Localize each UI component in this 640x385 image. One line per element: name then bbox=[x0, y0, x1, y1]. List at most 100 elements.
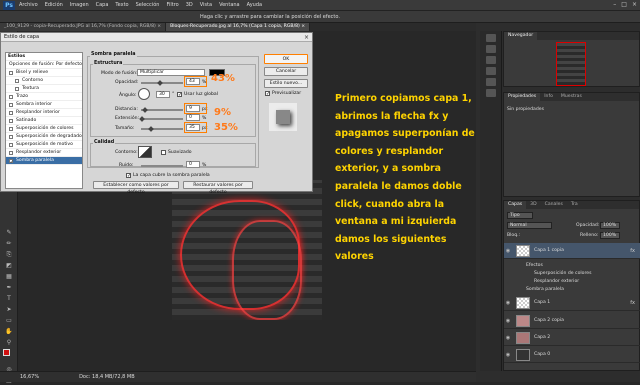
effect-outer-glow[interactable]: Resplandor exterior bbox=[534, 279, 579, 284]
actions-panel-icon[interactable] bbox=[486, 45, 496, 53]
angle-input[interactable]: 30 bbox=[156, 91, 170, 98]
layer-row[interactable]: ◉ Capa 0 bbox=[504, 347, 640, 363]
new-style-button[interactable]: Estilo nuevo... bbox=[264, 79, 308, 88]
zoom-tool-icon[interactable]: ⚲ bbox=[3, 338, 15, 347]
style-checkbox[interactable] bbox=[15, 78, 19, 83]
navigator-thumbnail[interactable] bbox=[556, 42, 586, 86]
ok-button[interactable]: OK bbox=[264, 54, 308, 64]
layer-name[interactable]: Capa 0 bbox=[534, 352, 550, 357]
tab-channels[interactable]: Canales bbox=[541, 201, 567, 209]
minimize-icon[interactable]: – bbox=[613, 1, 616, 8]
visibility-eye-icon[interactable]: ◉ bbox=[504, 335, 512, 341]
menu-item[interactable]: Texto bbox=[115, 2, 128, 8]
style-checkbox[interactable] bbox=[9, 126, 13, 131]
menu-item[interactable]: Edición bbox=[45, 2, 63, 8]
visibility-eye-icon[interactable]: ◉ bbox=[504, 300, 512, 306]
layer-row[interactable]: ◉ Capa 2 copia bbox=[504, 313, 640, 329]
foreground-color-swatch[interactable] bbox=[3, 349, 10, 356]
tab-document-1[interactable]: _100_9129 - copia-Recuperado.JPG al 16,7… bbox=[0, 23, 167, 31]
gradient-tool-icon[interactable]: ▦ bbox=[3, 272, 15, 281]
paragraph-panel-icon[interactable] bbox=[486, 67, 496, 75]
close-icon[interactable]: × bbox=[632, 1, 637, 8]
effect-color-overlay[interactable]: Superposición de colores bbox=[534, 271, 591, 276]
visibility-eye-icon[interactable]: ◉ bbox=[504, 352, 512, 358]
layer-opacity-input[interactable]: 100% bbox=[600, 222, 620, 229]
tab-layers[interactable]: Capas bbox=[504, 201, 527, 209]
style-checkbox[interactable] bbox=[9, 150, 13, 155]
style-checkbox[interactable] bbox=[9, 70, 13, 75]
character-panel-icon[interactable] bbox=[486, 56, 496, 64]
style-checkbox[interactable] bbox=[9, 118, 13, 123]
knockout-checkbox[interactable]: ✓ bbox=[126, 173, 131, 179]
menu-item[interactable]: Vista bbox=[200, 2, 212, 8]
layer-row[interactable]: ◉ Capa 2 bbox=[504, 330, 640, 346]
layer-name[interactable]: Capa 1 copia bbox=[534, 248, 564, 253]
visibility-eye-icon[interactable]: ◉ bbox=[504, 248, 512, 254]
preview-row[interactable]: ✓ Previsualizar bbox=[265, 91, 301, 97]
visibility-eye-icon[interactable]: ◉ bbox=[504, 318, 512, 324]
layer-name[interactable]: Capa 2 copia bbox=[534, 318, 564, 323]
blend-mode-dropdown[interactable]: Normal bbox=[507, 222, 552, 229]
menu-item[interactable]: Selección bbox=[136, 2, 160, 8]
set-default-button[interactable]: Establecer como valores por defecto bbox=[93, 181, 179, 195]
pen-tool-icon[interactable]: ✒ bbox=[3, 283, 15, 292]
zoom-level[interactable]: 16,67% bbox=[20, 374, 39, 380]
fx-icon[interactable]: fx bbox=[630, 248, 635, 254]
menu-item[interactable]: 3D bbox=[186, 2, 193, 8]
maximize-icon[interactable]: □ bbox=[621, 1, 627, 8]
menu-item[interactable]: Filtro bbox=[166, 2, 178, 8]
layer-name[interactable]: Capa 2 bbox=[534, 335, 550, 340]
style-list-item[interactable]: ✓ Sombra paralela bbox=[6, 157, 82, 165]
style-checkbox[interactable]: ✓ bbox=[9, 158, 13, 163]
path-select-tool-icon[interactable]: ➤ bbox=[3, 305, 15, 314]
brush-tool-icon[interactable]: ✏ bbox=[3, 239, 15, 248]
menu-item[interactable]: Imagen bbox=[70, 2, 89, 8]
fill-input[interactable]: 100% bbox=[600, 232, 620, 239]
menu-item[interactable]: Ventana bbox=[219, 2, 240, 8]
contour-picker[interactable] bbox=[138, 146, 152, 158]
preview-checkbox[interactable]: ✓ bbox=[265, 91, 270, 97]
shape-tool-icon[interactable]: ▭ bbox=[3, 316, 15, 325]
noise-slider[interactable] bbox=[141, 165, 183, 167]
restore-default-button[interactable]: Restaurar valores por defecto bbox=[183, 181, 253, 195]
clone-source-panel-icon[interactable] bbox=[486, 89, 496, 97]
layer-kind-filter[interactable]: Tipo bbox=[507, 212, 533, 219]
global-light-checkbox[interactable]: ✓ bbox=[177, 92, 182, 98]
style-checkbox[interactable] bbox=[9, 94, 13, 99]
angle-dial[interactable] bbox=[138, 88, 150, 100]
tab-swatches[interactable]: Muestras bbox=[557, 93, 586, 101]
tab-paths[interactable]: Tra bbox=[567, 201, 582, 209]
stamp-tool-icon[interactable]: ⎘ bbox=[3, 250, 15, 259]
fx-icon[interactable]: fx bbox=[630, 300, 635, 306]
menu-item[interactable]: Capa bbox=[96, 2, 109, 8]
brush-panel-icon[interactable] bbox=[486, 78, 496, 86]
layer-row[interactable]: ◉ Capa 1 copia fx bbox=[504, 243, 640, 259]
eyedropper-tool-icon[interactable]: ✎ bbox=[3, 228, 15, 237]
tab-3d[interactable]: 3D bbox=[526, 201, 540, 209]
effect-drop-shadow[interactable]: Sombra paralela bbox=[526, 287, 564, 292]
document-image[interactable] bbox=[172, 180, 322, 320]
dialog-close-icon[interactable]: × bbox=[304, 34, 309, 41]
style-checkbox[interactable] bbox=[15, 86, 19, 91]
tab-navigator[interactable]: Navegador bbox=[504, 32, 538, 40]
spread-slider[interactable] bbox=[141, 118, 183, 120]
tab-properties[interactable]: Propiedades bbox=[504, 93, 541, 101]
tab-document-2[interactable]: Bloques-Recuperado.jpg al 16,7% (Capa 1 … bbox=[166, 23, 311, 31]
layer-row[interactable]: ◉ Capa 1 fx bbox=[504, 295, 640, 311]
tab-info[interactable]: Info bbox=[540, 93, 557, 101]
history-panel-icon[interactable] bbox=[486, 34, 496, 42]
cancel-button[interactable]: Cancelar bbox=[264, 67, 308, 76]
style-list-item[interactable]: Contorno bbox=[6, 77, 82, 85]
style-checkbox[interactable] bbox=[9, 102, 13, 107]
style-checkbox[interactable] bbox=[9, 142, 13, 147]
spread-input[interactable]: 0 bbox=[186, 114, 200, 121]
eraser-tool-icon[interactable]: ◩ bbox=[3, 261, 15, 270]
menu-item[interactable]: Archivo bbox=[19, 2, 38, 8]
menu-item[interactable]: Ayuda bbox=[247, 2, 262, 8]
antialias-checkbox[interactable] bbox=[161, 150, 166, 155]
style-list-item[interactable]: Bisel y relieve bbox=[6, 69, 82, 77]
layer-name[interactable]: Capa 1 bbox=[534, 300, 550, 305]
type-tool-icon[interactable]: T bbox=[3, 294, 15, 303]
hand-tool-icon[interactable]: ✋ bbox=[3, 327, 15, 336]
style-checkbox[interactable] bbox=[9, 110, 13, 115]
